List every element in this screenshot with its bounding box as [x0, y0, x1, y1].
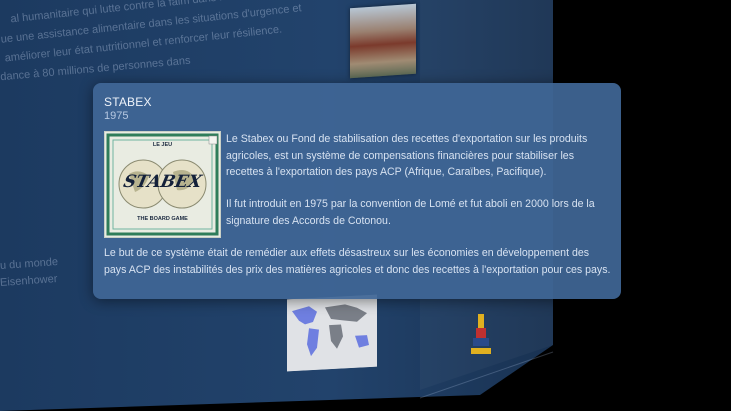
image-logo-text: STABEX: [121, 172, 204, 192]
description-paragraph: Le but de ce système était de remédier a…: [104, 247, 611, 276]
image-bottom-label: THE BOARD GAME: [137, 216, 188, 222]
stabex-board-game-image: LE JEU STABEX THE BOARD GAME: [104, 131, 221, 238]
background-photo: [350, 3, 416, 79]
description-paragraph: Il fut introduit en 1975 par la conventi…: [226, 198, 595, 227]
info-popup: STABEX 1975 LE JEU STABEX THE BOARD GAME…: [93, 83, 621, 299]
description-paragraph: Le Stabex ou Fond de stabilisation des r…: [226, 133, 588, 178]
popup-year: 1975: [104, 110, 129, 122]
image-top-label: LE JEU: [152, 142, 173, 148]
background-logo-icon: [471, 314, 491, 354]
background-world-map: [287, 294, 377, 372]
popup-title: STABEX: [104, 95, 152, 109]
